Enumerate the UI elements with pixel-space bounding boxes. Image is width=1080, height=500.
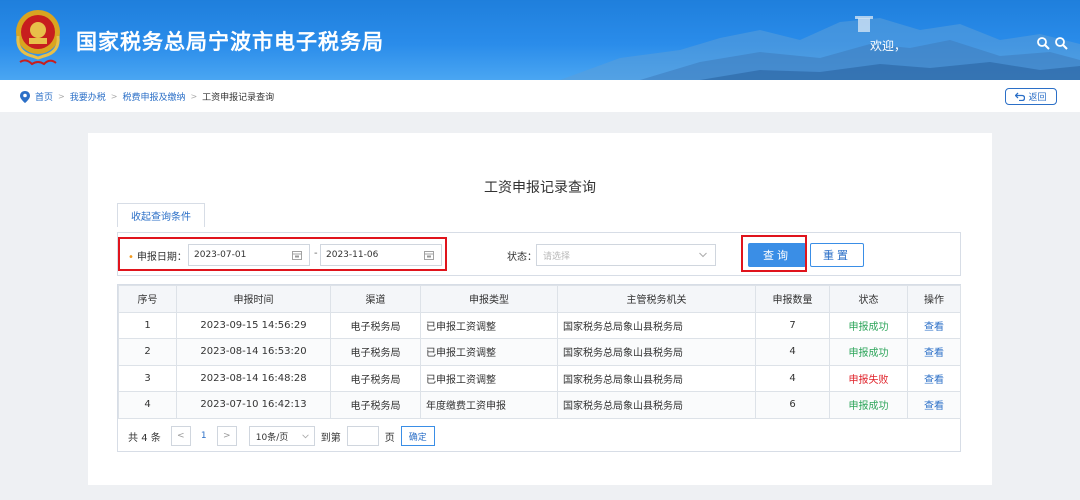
return-icon xyxy=(1015,92,1026,101)
declare-count: 4 xyxy=(755,364,830,392)
query-panel: •申报日期： 2023-07-01 - 2023-11-06 状态： 请选择 xyxy=(117,232,961,276)
status-badge: 申报失败 xyxy=(829,364,908,392)
declare-time: 2023-08-14 16:53:20 xyxy=(176,338,331,366)
calendar-icon[interactable] xyxy=(292,250,302,260)
zoom-out-icon[interactable] xyxy=(1054,36,1068,50)
breadcrumb-current: 工资申报记录查询 xyxy=(202,93,275,103)
breadcrumb-declaration[interactable]: 税费申报及缴纳 xyxy=(122,90,185,103)
column-header: 主管税务机关 xyxy=(557,285,756,313)
page-unit-label: 页 xyxy=(384,432,395,444)
breadcrumb-separator: > xyxy=(58,92,65,101)
status-badge: 申报成功 xyxy=(829,311,908,339)
tax-emblem-logo xyxy=(16,10,60,66)
current-page[interactable]: 1 xyxy=(191,426,217,446)
column-header: 状态 xyxy=(829,285,908,313)
table-row: 2 2023-08-14 16:53:20 电子税务局 已申报工资调整 国家税务… xyxy=(118,338,961,366)
welcome-text: 欢迎， xyxy=(870,39,907,53)
goto-page-input[interactable] xyxy=(346,426,379,446)
pagination: 共 4 条 < 1 > 10条/页 到第 页 确定 xyxy=(118,421,960,451)
tax-office: 国家税务总局象山县税务局 xyxy=(557,311,756,339)
goto-confirm-button[interactable]: 确定 xyxy=(400,426,435,446)
declare-time: 2023-07-10 16:42:13 xyxy=(176,391,331,419)
column-header: 渠道 xyxy=(330,285,421,313)
column-header: 申报数量 xyxy=(755,285,830,313)
channel: 电子税务局 xyxy=(330,338,421,366)
column-header: 序号 xyxy=(118,285,177,313)
view-link[interactable]: 查看 xyxy=(907,364,961,392)
row-number: 3 xyxy=(118,364,177,392)
breadcrumb-bar: 首页 > 我要办税 > 税费申报及缴纳 > 工资申报记录查询 xyxy=(0,80,1080,112)
declare-time: 2023-09-15 14:56:29 xyxy=(176,311,331,339)
column-header: 操作 xyxy=(907,285,961,313)
declare-type: 已申报工资调整 xyxy=(420,311,558,339)
collapse-query-tab[interactable]: 收起查询条件 xyxy=(117,203,205,227)
table-header-row: 序号 申报时间 渠道 申报类型 主管税务机关 申报数量 状态 操作 xyxy=(118,285,961,313)
column-header: 申报类型 xyxy=(420,285,558,313)
declare-count: 7 xyxy=(755,311,830,339)
tax-office: 国家税务总局象山县税务局 xyxy=(557,391,756,419)
view-link[interactable]: 查看 xyxy=(907,338,961,366)
table-row: 3 2023-08-14 16:48:28 电子税务局 已申报工资调整 国家税务… xyxy=(118,364,961,392)
start-date-input[interactable]: 2023-07-01 xyxy=(188,244,310,266)
end-date-input[interactable]: 2023-11-06 xyxy=(320,244,442,266)
status-select[interactable]: 请选择 xyxy=(536,244,716,266)
zoom-in-icon[interactable] xyxy=(1036,36,1050,50)
tax-office: 国家税务总局象山县税务局 xyxy=(557,338,756,366)
column-header: 申报时间 xyxy=(176,285,331,313)
date-range-dash: - xyxy=(314,248,318,259)
status-badge: 申报成功 xyxy=(829,338,908,366)
view-link[interactable]: 查看 xyxy=(907,311,961,339)
next-page-button[interactable]: > xyxy=(216,426,237,446)
declare-time: 2023-08-14 16:48:28 xyxy=(176,364,331,392)
records-table: 序号 申报时间 渠道 申报类型 主管税务机关 申报数量 状态 操作 1 2023… xyxy=(117,284,961,452)
calendar-icon[interactable] xyxy=(424,250,434,260)
chevron-down-icon xyxy=(699,252,707,258)
breadcrumb: 首页 > 我要办税 > 税费申报及缴纳 > 工资申报记录查询 xyxy=(20,90,274,103)
breadcrumb-tax-services[interactable]: 我要办税 xyxy=(70,90,106,103)
back-button[interactable]: 返回 xyxy=(1005,88,1057,105)
location-pin-icon xyxy=(20,90,30,103)
status-label: 状态： xyxy=(507,252,537,263)
date-label: • 申报日期： xyxy=(128,252,187,263)
view-link[interactable]: 查看 xyxy=(907,391,961,419)
top-header: 国家税务总局宁波市电子税务局 欢迎， xyxy=(0,0,1080,80)
status-badge: 申报成功 xyxy=(829,391,908,419)
channel: 电子税务局 xyxy=(330,311,421,339)
declare-type: 已申报工资调整 xyxy=(420,338,558,366)
goto-label: 到第 xyxy=(320,432,341,444)
breadcrumb-separator: > xyxy=(110,92,118,101)
channel: 电子税务局 xyxy=(330,364,421,392)
breadcrumb-separator: > xyxy=(190,92,198,101)
declare-count: 6 xyxy=(755,391,830,419)
table-row: 1 2023-09-15 14:56:29 电子税务局 已申报工资调整 国家税务… xyxy=(118,311,961,339)
required-marker: • xyxy=(128,252,134,263)
tax-office: 国家税务总局象山县税务局 xyxy=(557,364,756,392)
query-button[interactable]: 查询 xyxy=(748,243,806,267)
prev-page-button[interactable]: < xyxy=(170,426,191,446)
declare-count: 4 xyxy=(755,338,830,366)
channel: 电子税务局 xyxy=(330,391,421,419)
total-count: 共 4 条 xyxy=(128,432,161,444)
declare-type: 已申报工资调整 xyxy=(420,364,558,392)
breadcrumb-home[interactable]: 首页 xyxy=(35,90,53,103)
main-card: 工资申报记录查询 收起查询条件 • 申报日期： 2023-07-01 - 2023… xyxy=(88,133,992,485)
row-number: 1 xyxy=(118,311,177,339)
chevron-down-icon xyxy=(302,434,309,439)
reset-button[interactable]: 重置 xyxy=(810,243,864,267)
page-size-select[interactable]: 10条/页 xyxy=(248,426,315,446)
back-button-label: 返回 xyxy=(1028,93,1047,103)
declare-type: 年度缴费工资申报 xyxy=(420,391,558,419)
row-number: 2 xyxy=(118,338,177,366)
row-number: 4 xyxy=(118,391,177,419)
site-title: 国家税务总局宁波市电子税务局 xyxy=(76,30,384,54)
table-row: 4 2023-07-10 16:42:13 电子税务局 年度缴费工资申报 国家税… xyxy=(118,391,961,419)
page-title: 工资申报记录查询 xyxy=(484,180,596,196)
